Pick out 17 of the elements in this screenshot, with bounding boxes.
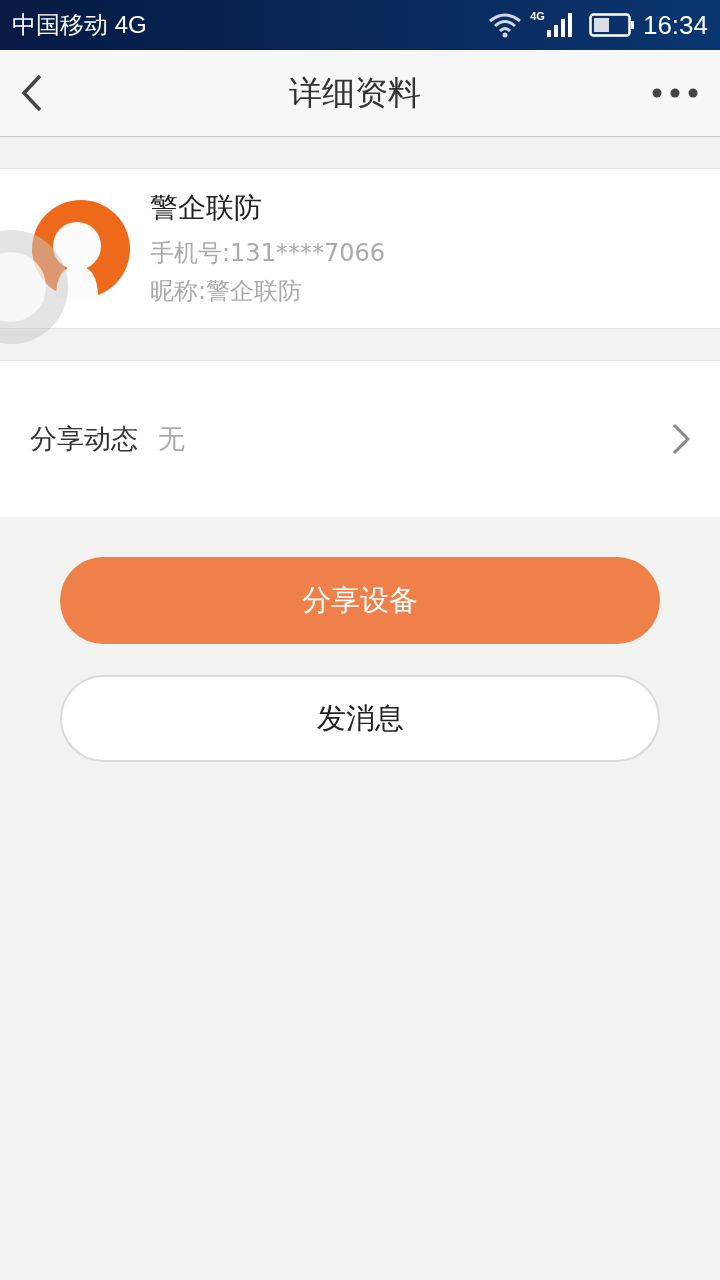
wifi-icon	[488, 12, 523, 38]
share-activity-value: 无	[158, 421, 186, 456]
battery-icon	[588, 13, 635, 37]
carrier-label: 中国移动 4G	[12, 10, 147, 40]
page-title: 详细资料	[288, 72, 422, 115]
clock-label: 16:34	[642, 8, 708, 42]
share-activity-row[interactable]: 分享动态 无	[0, 360, 720, 517]
message-button[interactable]: 发消息	[60, 675, 660, 762]
phone-label: 手机号:131****7066	[150, 237, 385, 269]
more-icon	[652, 88, 698, 98]
share-activity-label: 分享动态	[30, 421, 138, 456]
signal-icon	[544, 12, 573, 38]
profile-name: 警企联防	[150, 189, 263, 226]
back-icon	[20, 74, 44, 112]
chevron-right-icon	[672, 423, 690, 455]
nickname-label: 昵称:警企联防	[150, 275, 304, 307]
network-label: 4G	[530, 9, 545, 24]
